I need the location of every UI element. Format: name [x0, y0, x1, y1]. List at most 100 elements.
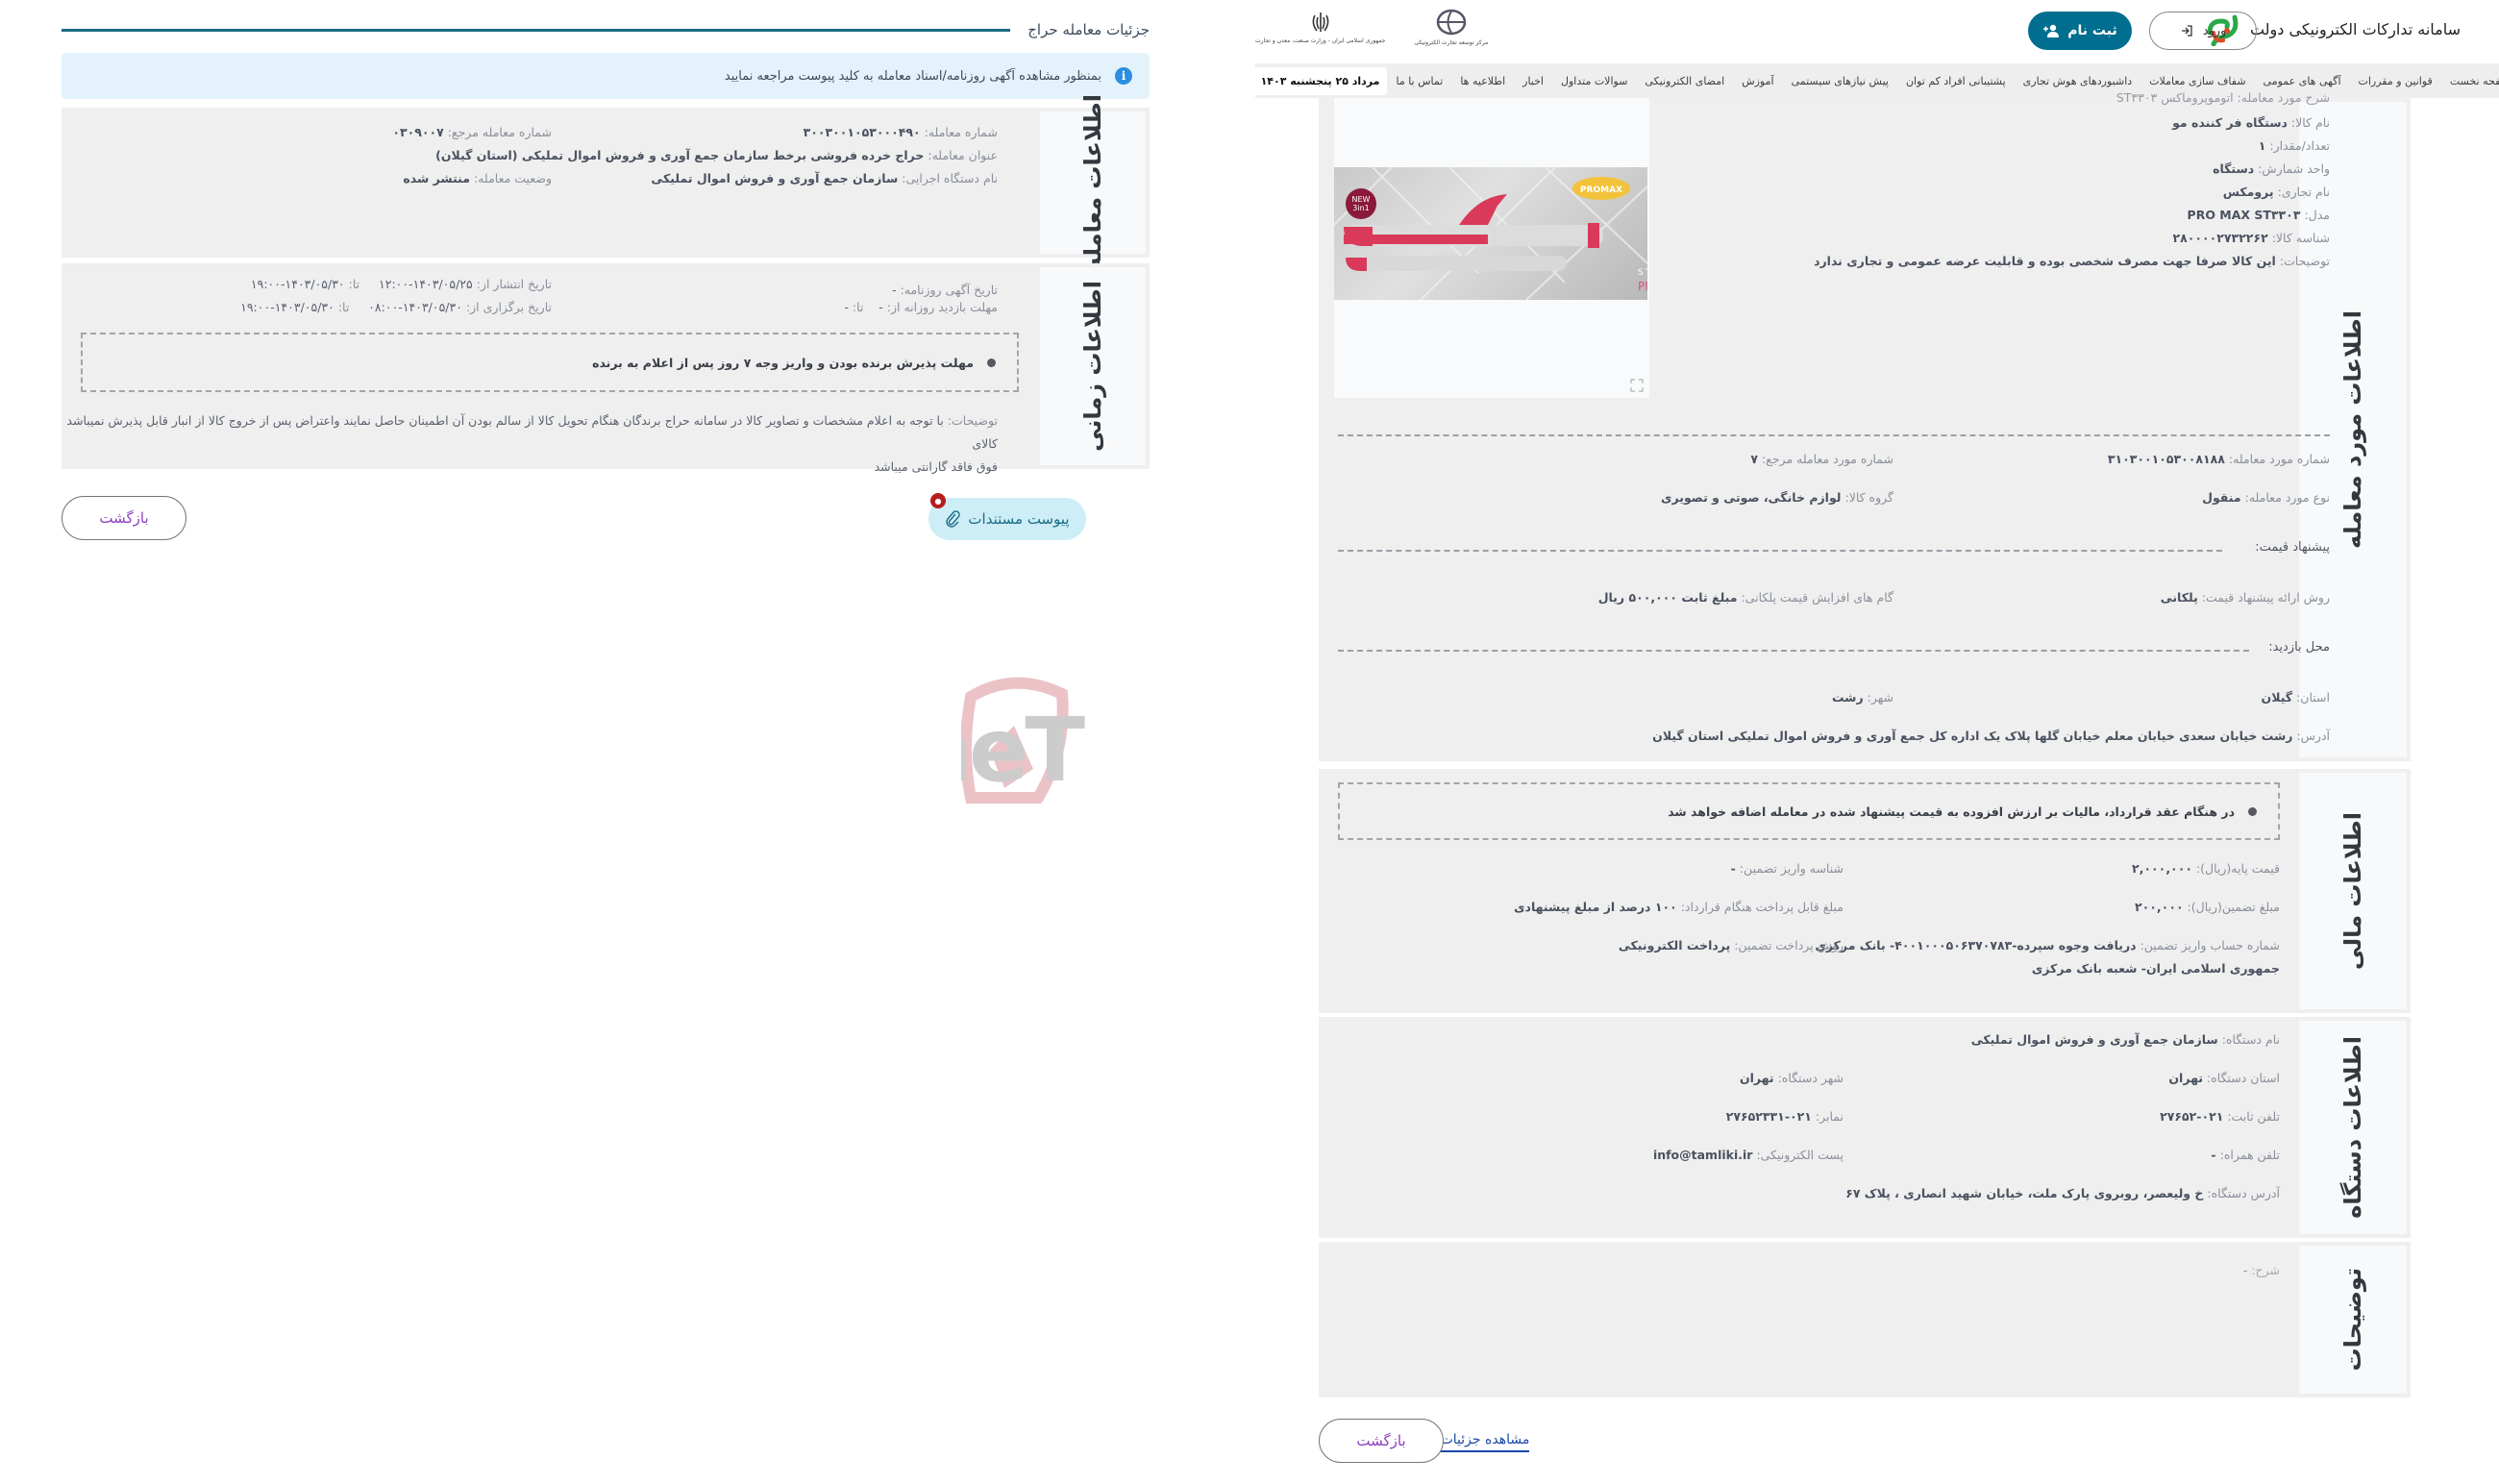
item-info-title: اطلاعات مورد معامله: [2339, 310, 2366, 549]
promax-logo-text: PROMAX: [1580, 186, 1622, 195]
notes-desc-field: شرح: -: [2242, 1263, 2280, 1277]
info-alert-text: بمنظور مشاهده آگهی روزنامه/اسناد معامله …: [724, 68, 1101, 84]
goods-desc-field: توضیحات: این کالا صرفا جهت مصرف شخصی بود…: [1814, 254, 2330, 268]
nav-e-signature[interactable]: امضای الکترونیکی: [1636, 75, 1733, 87]
attachments-button[interactable]: پیوست مستندات: [928, 498, 1086, 540]
item-info-side: اطلاعات مورد معامله: [2299, 102, 2407, 757]
watermark-text: AriaTender.neT: [961, 699, 1085, 802]
hair-iron-illustration: NEW 3in1 PROMAX ST3303 PROFESSIONAL HAIR…: [1334, 167, 1647, 300]
time-info-section: اطلاعات زمانی تاریخ آگهی روزنامه: - مهلت…: [62, 263, 1150, 474]
time-info-title: اطلاعات زمانی: [1079, 281, 1106, 452]
item-number-field: شماره مورد معامله: ۳۱۰۳۰۰۱۰۵۳۰۰۸۱۸۸: [2107, 452, 2330, 466]
publish-date-field: تاریخ انتشار از: ۱۴۰۳/۰۵/۲۵-۱۲:۰۰ تا: ۱۴…: [250, 277, 552, 291]
org-mobile-field: تلفن همراه: -: [2211, 1148, 2280, 1162]
notes-title: توضیحات: [2339, 1268, 2366, 1372]
notes-side: توضیحات: [2299, 1246, 2407, 1394]
visit-address-field: آدرس: رشت خیابان سعدی خیابان معلم خیابان…: [1652, 729, 2330, 743]
gavel-shield-icon: [961, 677, 1069, 804]
ref-number: ۰۳۰۹۰۰۷: [392, 125, 444, 139]
site-header: سامانه تدارکات الکترونیکی دولت ورود ثبت …: [1255, 0, 2461, 60]
visit-province-field: استان: گیلان: [2261, 690, 2330, 705]
site-name: سامانه تدارکات الکترونیکی دولت: [2249, 19, 2461, 38]
model-field: مدل: PRO MAX ST۳۳۰۳: [2187, 208, 2330, 222]
current-date: مرداد ۲۵ پنجشنبه ۱۴۰۳: [1255, 66, 1388, 95]
back-button-right[interactable]: بازگشت: [1319, 1419, 1444, 1463]
org-email: info@tamliki.ir: [1652, 1148, 1753, 1162]
nav-public-ads[interactable]: آگهی های عمومی: [2255, 75, 2350, 87]
time-info-side: اطلاعات زمانی: [1040, 267, 1146, 465]
gov-logos: مرکز توسعه تجارت الکترونیکی جمهوری اسلام…: [1255, 8, 1488, 46]
section-divider: [1338, 434, 2330, 436]
org-city-field: شهر دستگاه: تهران: [1739, 1071, 1843, 1085]
caption-text: PROFESSIONAL HAIR IRON: [1638, 280, 1647, 293]
deal-info-title: اطلاعات معامله: [1079, 94, 1106, 271]
nav-laws[interactable]: قوانین و مقررات: [2350, 75, 2441, 87]
nav-contact[interactable]: تماس با ما: [1387, 75, 1451, 87]
nav-news[interactable]: اخبار: [1514, 75, 1552, 87]
payment-method-field: روش پرداخت تضمین: پرداخت الکترونیکی: [1618, 938, 1843, 952]
brand-field: نام تجاری: پرومکس: [2222, 185, 2330, 199]
nav-home[interactable]: صفحه نخست: [2441, 75, 2499, 87]
page-title: جزئیات معامله حراج: [1027, 21, 1150, 38]
nav-accessibility[interactable]: پشتیبانی افراد کم توان: [1897, 75, 2015, 87]
org-info-title: اطلاعات دستگاه: [2339, 1036, 2366, 1219]
bullet-icon: [2248, 806, 2257, 816]
nav-faq[interactable]: سوالات متداول: [1552, 75, 1636, 87]
attachment-count-badge: ●: [930, 493, 946, 508]
panel-header: جزئیات معامله حراج: [62, 15, 1150, 44]
account-number-field: شماره حساب واریز تضمین: دریافت وجوه سپرد…: [1815, 938, 2280, 952]
model-text: ST3303: [1638, 268, 1647, 278]
base-price-field: قیمت پایه(ریال): ۲,۰۰۰,۰۰۰: [2132, 861, 2280, 876]
org-fax-field: نمابر: ۰۲۱-۲۷۶۵۲۳۳۱: [1725, 1109, 1843, 1124]
org-info-side: اطلاعات دستگاه: [2299, 1021, 2407, 1234]
back-button-left[interactable]: بازگشت: [62, 496, 186, 540]
visit-city-field: شهر: رشت: [1831, 690, 1893, 705]
deal-title: حراج خرده فروشی برخط سازمان جمع آوری و ف…: [435, 148, 925, 162]
nav-announcements[interactable]: اطلاعیه ها: [1451, 75, 1514, 87]
info-icon: i: [1115, 67, 1132, 85]
info-alert: i بمنظور مشاهده آگهی روزنامه/اسناد معامل…: [62, 53, 1150, 99]
ecommerce-center-logo: مرکز توسعه تجارت الکترونیکی: [1414, 8, 1488, 46]
title-divider: [62, 28, 1011, 32]
deal-info-section: اطلاعات معامله شماره معامله: ۳۰۰۳۰۰۱۰۵۳۰…: [62, 94, 1150, 271]
payable-amount-field: مبلغ قابل پرداخت هنگام قرارداد: ۱۰۰ درصد…: [1514, 900, 1843, 914]
ecommerce-logo-icon: [1436, 9, 1467, 36]
goods-group-field: گروه کالا: لوازم خانگی، صوتی و تصویری: [1661, 490, 1893, 505]
deposit-id-field: شناسه واریز تضمین: -: [1730, 861, 1843, 876]
goods-name-field: نام کالا: دستگاه فر کننده مو: [2172, 115, 2330, 130]
login-button[interactable]: ورود: [2149, 12, 2257, 50]
paperclip-icon: [946, 510, 961, 528]
account-branch: جمهوری اسلامی ایران- شعبه بانک مرکزی: [2031, 961, 2280, 976]
financial-section: اطلاعات مالی در هنگام عقد قرارداد، مالیا…: [1319, 769, 2411, 1013]
deal-title-field: عنوان معامله: حراج خرده فروشی برخط سازما…: [435, 148, 998, 162]
org-address-field: آدرس دستگاه: خ ولیعصر، روبروی پارک ملت، …: [1845, 1186, 2280, 1200]
executor-name: سازمان جمع آوری و فروش اموال تملیکی: [651, 171, 899, 186]
ministry-logo: جمهوری اسلامی ایران - وزارت صنعت، معدن و…: [1255, 10, 1385, 44]
time-description: توضیحات: با توجه به اعلام مشخصات و تصاوی…: [66, 413, 998, 474]
price-offer-divider: [1338, 550, 2222, 552]
financial-title: اطلاعات مالی: [2339, 811, 2366, 971]
item-type-field: نوع مورد معامله: منقول: [2202, 490, 2330, 505]
nav-training[interactable]: آموزش: [1733, 75, 1782, 87]
auction-details-panel: جزئیات معامله حراج i بمنظور مشاهده آگهی …: [62, 0, 1150, 577]
nav-transparency[interactable]: شفاف سازی معاملات: [2140, 75, 2254, 87]
product-image-viewer[interactable]: NEW 3in1 PROMAX ST3303 PROFESSIONAL HAIR…: [1334, 98, 1649, 398]
financial-side: اطلاعات مالی: [2299, 773, 2407, 1009]
bullet-icon: [987, 358, 996, 367]
badge-text: NEW: [1352, 195, 1371, 204]
offer-method-field: روش ارائه پیشنهاد قیمت: پلکانی: [2160, 590, 2330, 605]
deal-number-field: شماره معامله: ۳۰۰۳۰۰۱۰۵۳۰۰۰۴۹۰: [803, 125, 998, 139]
winner-notice-box: مهلت پذیرش برنده بودن و واریز وجه ۷ روز …: [81, 333, 1019, 392]
org-name-field: نام دستگاه: سازمان جمع آوری و فروش اموال…: [1970, 1032, 2280, 1047]
newspaper-date-field: تاریخ آگهی روزنامه: -: [892, 283, 998, 297]
visit-location-heading: محل بازدید:: [2268, 640, 2330, 655]
expand-icon[interactable]: [1630, 379, 1644, 392]
item-ref-field: شماره مورد معامله مرجع: ۷: [1750, 452, 1893, 466]
deal-status: منتشر شده: [403, 171, 471, 186]
nav-system-requirements[interactable]: پیش نیازهای سیستمی: [1783, 75, 1897, 87]
login-icon: [2181, 25, 2192, 37]
guarantee-amount-field: مبلغ تضمین(ریال): ۲۰۰,۰۰۰: [2135, 900, 2280, 914]
register-button[interactable]: ثبت نام: [2028, 12, 2132, 50]
nav-bi-dashboards[interactable]: داشبوردهای هوش تجاری: [2015, 75, 2141, 87]
notes-section: توضیحات شرح: -: [1319, 1242, 2411, 1397]
